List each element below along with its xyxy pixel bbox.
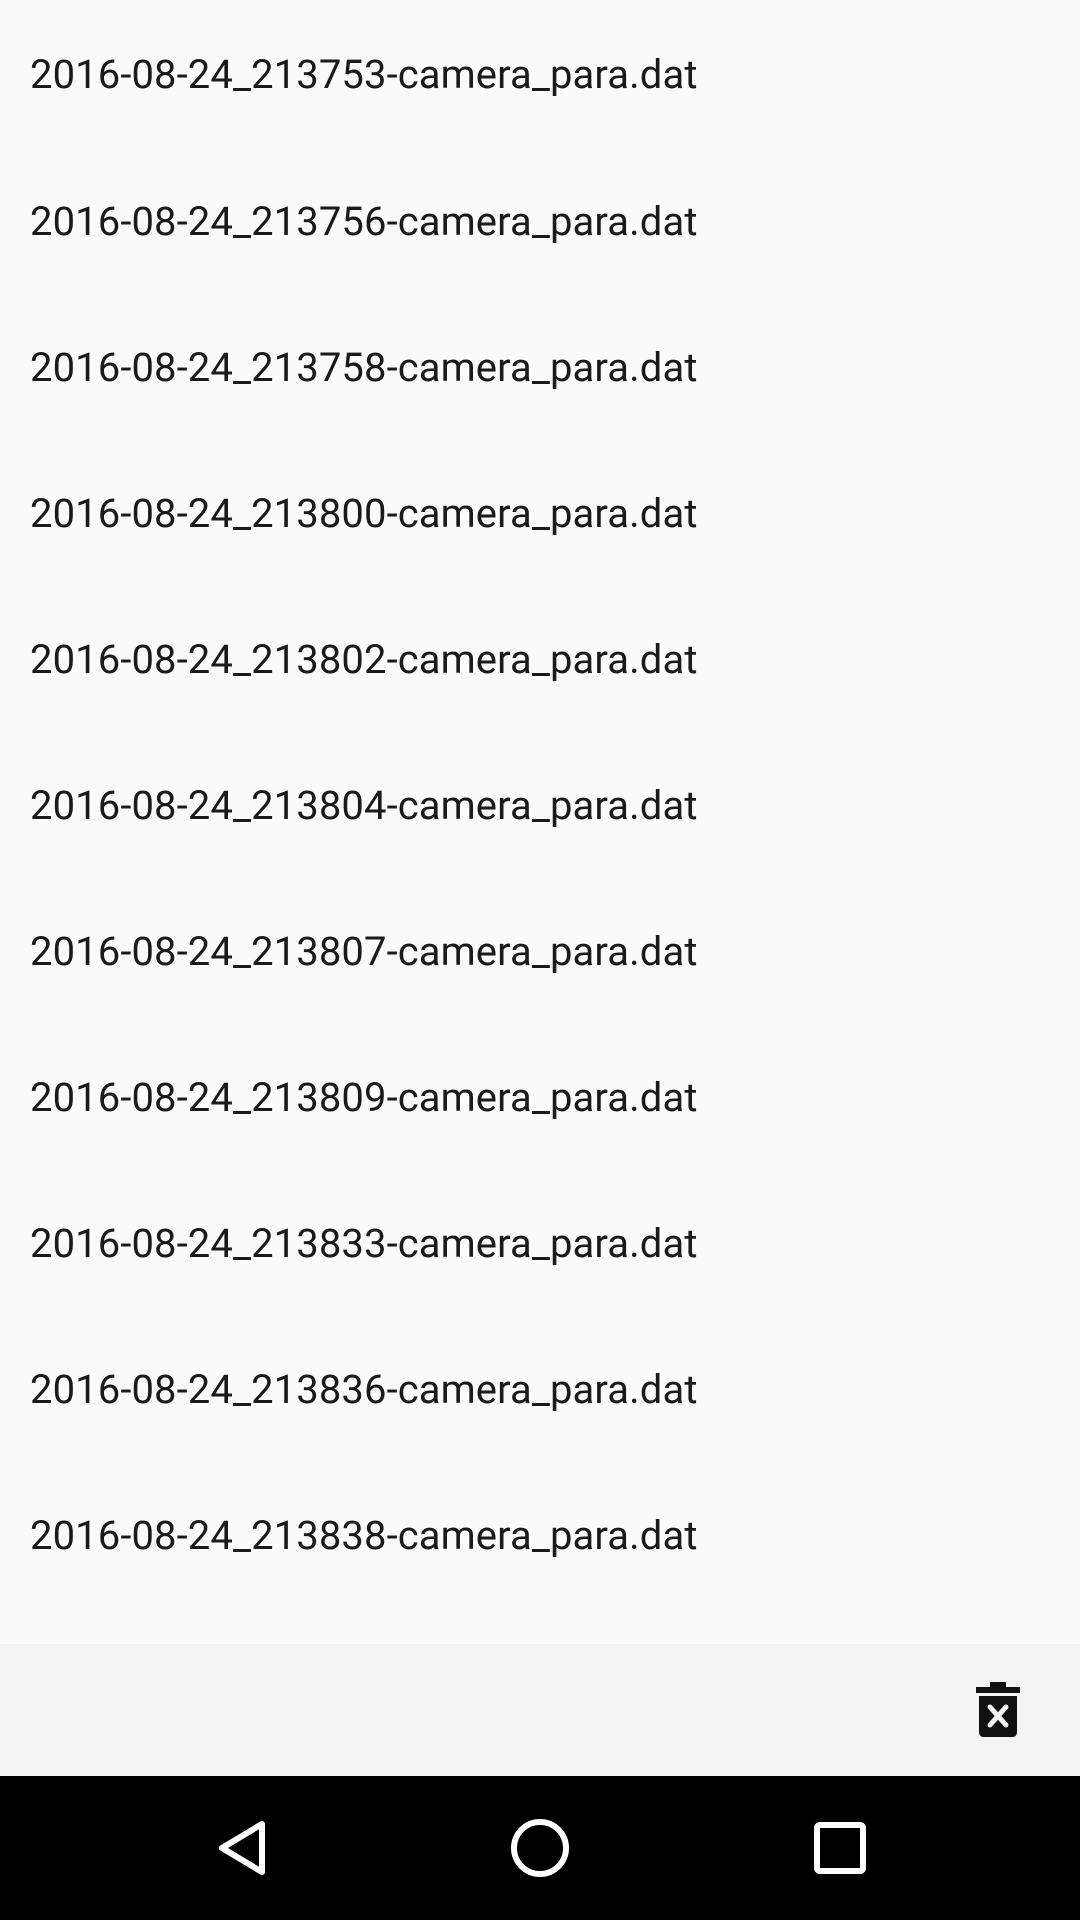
- file-list-item[interactable]: 2016-08-24_213838-camera_para.dat: [0, 1462, 1080, 1608]
- nav-recents-button[interactable]: [768, 1776, 912, 1920]
- file-list-item[interactable]: 2016-08-24_213804-camera_para.dat: [0, 732, 1080, 878]
- file-name: 2016-08-24_213809-camera_para.dat: [30, 1073, 698, 1121]
- file-name: 2016-08-24_213753-camera_para.dat: [30, 50, 698, 98]
- file-name: 2016-08-24_213756-camera_para.dat: [30, 197, 698, 245]
- file-list-item[interactable]: 2016-08-24_213800-camera_para.dat: [0, 440, 1080, 586]
- system-navigation-bar: [0, 1776, 1080, 1920]
- bottom-toolbar: [0, 1644, 1080, 1776]
- file-name: 2016-08-24_213833-camera_para.dat: [30, 1219, 698, 1267]
- file-name: 2016-08-24_213838-camera_para.dat: [30, 1511, 698, 1559]
- file-list-item[interactable]: 2016-08-24_213836-camera_para.dat: [0, 1316, 1080, 1462]
- file-list-item[interactable]: 2016-08-24_213753-camera_para.dat: [0, 0, 1080, 148]
- file-list-item[interactable]: 2016-08-24_213758-camera_para.dat: [0, 294, 1080, 440]
- file-list-item[interactable]: 2016-08-24_213802-camera_para.dat: [0, 586, 1080, 732]
- screen: 2016-08-24_213753-camera_para.dat 2016-0…: [0, 0, 1080, 1920]
- delete-button[interactable]: [970, 1682, 1026, 1738]
- file-name: 2016-08-24_213836-camera_para.dat: [30, 1365, 698, 1413]
- file-name: 2016-08-24_213800-camera_para.dat: [30, 489, 698, 537]
- back-triangle-icon: [219, 1821, 265, 1875]
- delete-forever-icon: [976, 1682, 1020, 1737]
- file-list-item[interactable]: 2016-08-24_213807-camera_para.dat: [0, 878, 1080, 1024]
- file-name: 2016-08-24_213802-camera_para.dat: [30, 635, 698, 683]
- file-name: 2016-08-24_213758-camera_para.dat: [30, 343, 698, 391]
- file-list-item[interactable]: 2016-08-24_213833-camera_para.dat: [0, 1170, 1080, 1316]
- nav-back-button[interactable]: [170, 1776, 314, 1920]
- file-list[interactable]: 2016-08-24_213753-camera_para.dat 2016-0…: [0, 0, 1080, 1644]
- file-name: 2016-08-24_213804-camera_para.dat: [30, 781, 698, 829]
- file-list-item[interactable]: 2016-08-24_213756-camera_para.dat: [0, 148, 1080, 294]
- home-circle-icon: [511, 1819, 569, 1877]
- recents-square-icon: [814, 1822, 866, 1874]
- nav-home-button[interactable]: [468, 1776, 612, 1920]
- file-list-item[interactable]: 2016-08-24_213809-camera_para.dat: [0, 1024, 1080, 1170]
- file-name: 2016-08-24_213807-camera_para.dat: [30, 927, 698, 975]
